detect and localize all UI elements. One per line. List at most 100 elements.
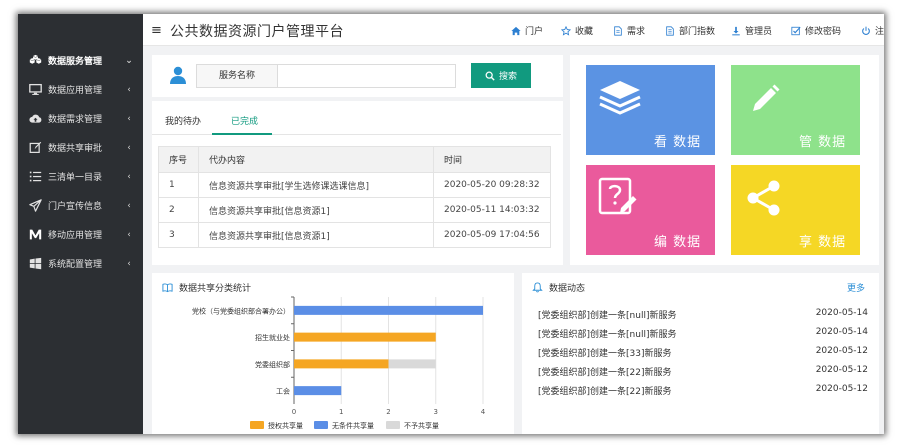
tile-label: 看 数据 (654, 135, 702, 150)
task-table: 序号 代办内容 时间 1 信息资源共享审批[学生选修课选课信息] 2020-05… (158, 146, 551, 248)
y-tick-label: 工会 (276, 387, 290, 396)
task-index: 2 (158, 197, 199, 223)
news-text: [党委组织部]创建一条[22]新服务 (538, 387, 672, 397)
x-tick-label: 3 (434, 408, 438, 416)
tab-completed[interactable]: 已完成 (231, 114, 258, 127)
chevron-down-icon: ⌄ (125, 55, 133, 66)
column-header: 序号 (158, 146, 199, 173)
download-icon (732, 26, 740, 35)
nav-favorites[interactable]: 收藏 (561, 24, 593, 37)
bar (294, 332, 436, 342)
share-icon (747, 180, 780, 216)
bar (294, 386, 342, 396)
manage-data-tile[interactable]: 管 数据 (731, 65, 860, 155)
tab-pending[interactable]: 我的待办 (165, 114, 201, 127)
search-icon (485, 71, 495, 81)
sidebar-item-label: 三清单一目录 (48, 173, 103, 183)
sidebar-item-label: 移动应用管理 (48, 231, 103, 241)
list-item[interactable]: [党委组织部]创建一条[null]新服务 2020-05-14 (538, 327, 868, 340)
sidebar-item-label: 数据需求管理 (48, 115, 103, 125)
news-date: 2020-05-12 (815, 384, 868, 394)
service-name-input[interactable] (278, 64, 456, 88)
nav-dept-index[interactable]: 部门指数 (665, 24, 715, 37)
nav-admin[interactable]: 管理员 (731, 24, 772, 37)
table-row[interactable]: 1 信息资源共享审批[学生选修课选课信息] 2020-05-20 09:28:3… (158, 172, 551, 198)
app-window: 数据服务管理 ⌄ 数据应用管理 ‹ 数据需求管理 ‹ 数据共享审批 ‹ 三清单一… (18, 14, 884, 434)
home-icon (511, 26, 521, 35)
view-data-tile[interactable]: 看 数据 (586, 65, 715, 155)
nav-demand[interactable]: 需求 (613, 24, 645, 37)
tiles-panel: 看 数据 管 数据 编 数据 享 数据 (570, 55, 879, 265)
edit-icon (28, 141, 42, 155)
chevron-left-icon: ‹ (127, 171, 131, 182)
chevron-left-icon: ‹ (127, 229, 131, 240)
layers-icon (599, 81, 641, 115)
monitor-icon (28, 83, 42, 97)
list-item[interactable]: [党委组织部]创建一条[22]新服务 2020-05-12 (538, 384, 868, 397)
nav-portal[interactable]: 门户 (511, 24, 543, 37)
sidebar-item-portal-promo[interactable]: 门户宣传信息 ‹ (18, 191, 143, 220)
edit-document-icon (598, 177, 637, 215)
sidebar-item-three-lists[interactable]: 三清单一目录 ‹ (18, 162, 143, 191)
task-content: 信息资源共享审批[学生选修课选课信息] (198, 172, 434, 198)
pencil-icon (753, 84, 780, 111)
bell-icon (532, 282, 543, 293)
chevron-left-icon: ‹ (127, 84, 131, 95)
menu-toggle-icon[interactable]: ≡ (151, 23, 162, 38)
table-row[interactable]: 3 信息资源共享审批[信息资源1] 2020-05-09 17:04:56 (158, 222, 551, 248)
nav-logout[interactable]: 注销 (861, 24, 884, 37)
power-icon (862, 26, 870, 35)
task-time: 2020-05-11 14:03:32 (433, 197, 551, 223)
sidebar-item-share-approval[interactable]: 数据共享审批 ‹ (18, 133, 143, 162)
bar (294, 359, 389, 369)
nav-change-password[interactable]: 修改密码 (791, 24, 841, 37)
sidebar-item-data-demand[interactable]: 数据需求管理 ‹ (18, 104, 143, 133)
tile-label: 管 数据 (799, 135, 847, 150)
column-header: 时间 (433, 146, 551, 173)
news-panel: 数据动态 更多 [党委组织部]创建一条[null]新服务 2020-05-14 … (522, 273, 879, 434)
legend-swatch (314, 421, 328, 429)
cubes-icon (28, 54, 42, 68)
news-text: [党委组织部]创建一条[null]新服务 (538, 311, 677, 321)
share-stats-panel: 数据共享分类统计 0 1 2 3 4 党校（与党委组织部合署办公） 招生就业处 党委组织部 工会… (152, 273, 514, 434)
x-tick-label: 4 (481, 408, 486, 416)
task-content: 信息资源共享审批[信息资源1] (198, 222, 434, 248)
news-text: [党委组织部]创建一条[null]新服务 (538, 330, 677, 340)
x-tick-label: 1 (339, 408, 343, 416)
tile-label: 编 数据 (654, 235, 702, 250)
task-time: 2020-05-09 17:04:56 (433, 222, 551, 248)
table-row[interactable]: 2 信息资源共享审批[信息资源1] 2020-05-11 14:03:32 (158, 197, 551, 223)
x-tick-label: 0 (292, 408, 296, 416)
y-tick-label: 党校（与党委组织部合署办公） (192, 306, 290, 315)
sidebar-item-data-app[interactable]: 数据应用管理 ‹ (18, 75, 143, 104)
file-icon (614, 25, 622, 36)
more-link[interactable]: 更多 (847, 281, 865, 294)
task-index: 1 (158, 172, 199, 198)
sidebar-item-mobile-app[interactable]: 移动应用管理 ‹ (18, 220, 143, 249)
sidebar-item-data-service[interactable]: 数据服务管理 ⌄ (18, 46, 143, 75)
news-text: [党委组织部]创建一条[22]新服务 (538, 368, 672, 378)
edit-data-tile[interactable]: 编 数据 (586, 165, 715, 255)
m-letter-icon (28, 228, 42, 242)
news-date: 2020-05-12 (815, 346, 868, 356)
news-title: 数据动态 (549, 284, 586, 294)
task-index: 3 (158, 222, 199, 248)
search-button[interactable]: 搜索 (471, 63, 531, 88)
table-header-row: 序号 代办内容 时间 (158, 146, 551, 173)
list-item[interactable]: [党委组织部]创建一条[null]新服务 2020-05-14 (538, 308, 868, 321)
sidebar-item-label: 门户宣传信息 (48, 202, 103, 212)
list-item[interactable]: [党委组织部]创建一条[22]新服务 2020-05-12 (538, 365, 868, 378)
sidebar-item-system-config[interactable]: 系统配置管理 ‹ (18, 249, 143, 278)
share-data-tile[interactable]: 享 数据 (731, 165, 860, 255)
task-content: 信息资源共享审批[信息资源1] (198, 197, 434, 223)
legend-swatch (386, 421, 400, 429)
news-date: 2020-05-14 (815, 308, 868, 318)
search-field-label: 服务名称 (196, 64, 278, 88)
legend-label: 不予共享量 (404, 421, 439, 430)
news-date: 2020-05-14 (815, 327, 868, 337)
list-item[interactable]: [党委组织部]创建一条[33]新服务 2020-05-12 (538, 346, 868, 359)
tasks-panel: 我的待办 已完成 序号 代办内容 时间 1 信息资源共享审批[学生选修课选课信息… (152, 101, 563, 265)
user-icon (170, 66, 186, 84)
top-bar: ≡ 公共数据资源门户管理平台 门户 收藏 需求 部门指数 管理员 修改密码 注 (143, 14, 884, 46)
list-icon (28, 170, 42, 184)
